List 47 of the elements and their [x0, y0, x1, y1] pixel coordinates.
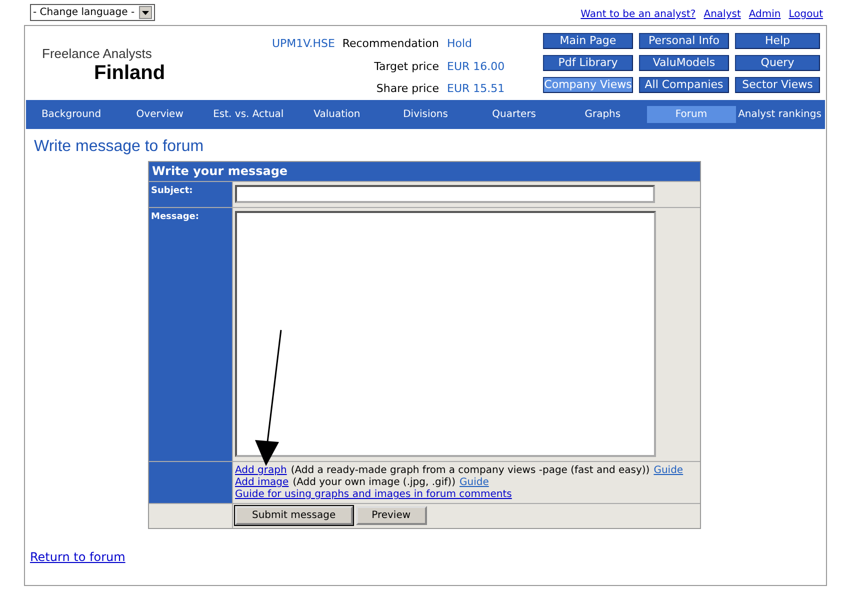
guide-link[interactable]: Guide — [654, 465, 684, 477]
page-heading: Write message to forum — [34, 137, 205, 156]
menu-button[interactable]: Query — [735, 55, 820, 71]
message-label: Message: — [149, 208, 233, 461]
nav-tab[interactable]: Forum — [646, 106, 736, 123]
message-field[interactable] — [235, 211, 656, 457]
menu-button[interactable]: ValuModels — [639, 55, 729, 71]
info-label: Share price — [375, 81, 439, 97]
add-link[interactable]: Add graph — [235, 465, 287, 477]
add-link[interactable]: Add image — [235, 477, 289, 489]
info-label: Target price — [373, 58, 439, 74]
logo-text: Freelance Analysts — [42, 45, 152, 63]
nav-tab[interactable]: Background — [27, 106, 116, 123]
menu-button[interactable]: Company Views — [543, 77, 633, 93]
info-value: Hold — [447, 36, 474, 52]
top-link[interactable]: Analyst — [704, 7, 741, 22]
form-title: Write your message — [149, 162, 700, 181]
nav-tab[interactable]: Est. vs. Actual — [204, 106, 293, 123]
subject-field[interactable] — [235, 185, 655, 203]
guide-link[interactable]: Guide for using graphs and images in forum comments — [235, 489, 512, 501]
top-link[interactable]: Admin — [748, 7, 781, 22]
nav-tab[interactable]: Valuation — [292, 106, 382, 123]
menu-button[interactable]: All Companies — [639, 77, 729, 93]
info-value: EUR 15.51 — [447, 81, 505, 97]
nav-tab[interactable]: Divisions — [381, 106, 470, 123]
ticker-symbol: UPM1V.HSE — [272, 36, 335, 52]
top-link[interactable]: Logout — [788, 7, 823, 22]
subject-label: Subject: — [149, 182, 233, 207]
nav-tab[interactable]: Analyst rankings — [736, 106, 824, 123]
info-value: EUR 16.00 — [447, 58, 505, 74]
menu-button[interactable]: Help — [735, 33, 820, 49]
preview-button[interactable]: Preview — [356, 506, 427, 525]
return-link[interactable]: Return to forum — [30, 548, 126, 566]
logo-title: Finland — [94, 61, 166, 86]
menu-button[interactable]: Personal Info — [639, 33, 729, 49]
help-text: (Add your own image (.jpg, .gif)) — [292, 477, 456, 489]
help-text: (Add a ready-made graph from a company views -page (fast and easy)) — [290, 465, 650, 477]
language-select[interactable]: - Change language - — [30, 4, 155, 21]
nav-tab[interactable]: Graphs — [558, 106, 647, 123]
menu-button[interactable]: Main Page — [543, 33, 633, 49]
top-link[interactable]: Want to be an analyst? — [580, 7, 696, 22]
menu-button[interactable]: Sector Views — [735, 77, 820, 93]
nav-tab[interactable]: Overview — [116, 106, 204, 123]
submit-button[interactable]: Submit message — [235, 506, 353, 525]
guide-link[interactable]: Guide — [459, 477, 489, 489]
menu-button[interactable]: Pdf Library — [543, 55, 633, 71]
nav-tab[interactable]: Quarters — [470, 106, 558, 123]
